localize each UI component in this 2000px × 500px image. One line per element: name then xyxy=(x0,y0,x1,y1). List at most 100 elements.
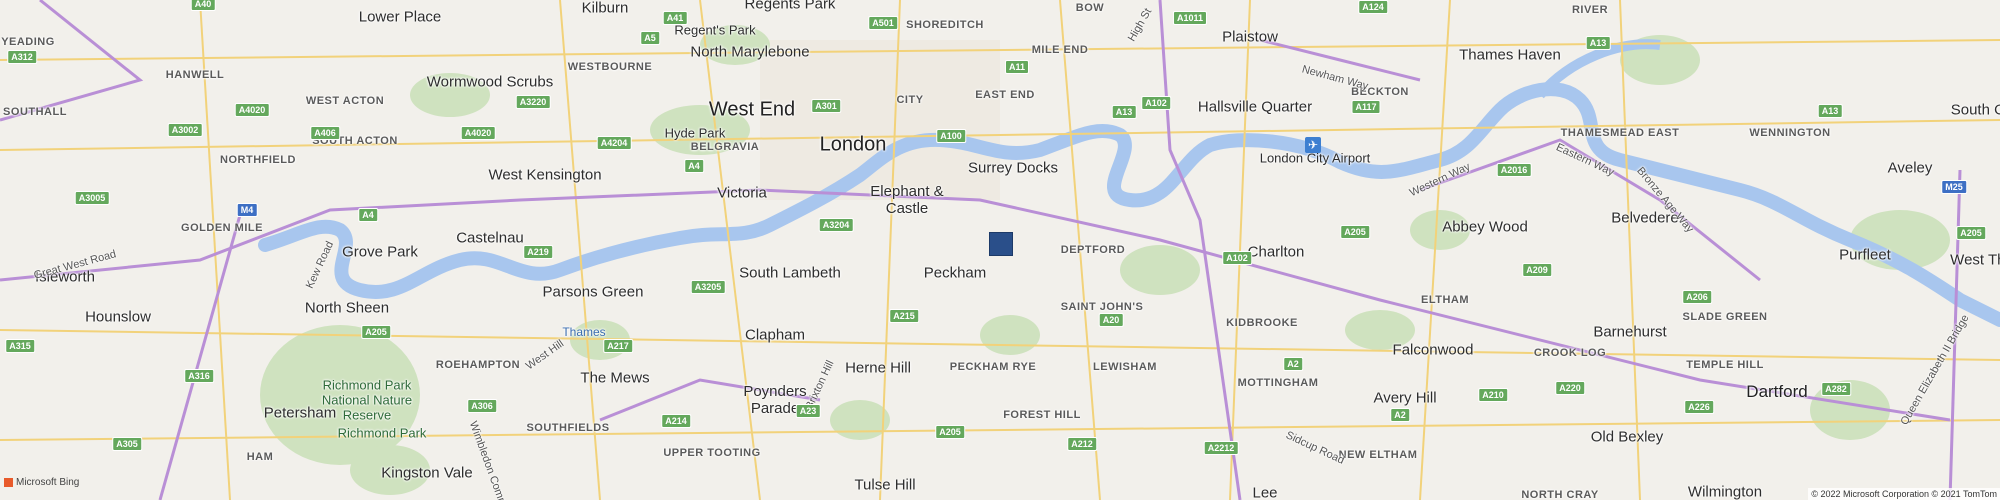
road-shield: A406 xyxy=(310,126,340,140)
label-richmond-park: Richmond Park xyxy=(337,425,427,441)
road-shield: A2212 xyxy=(1203,441,1239,455)
road-shield: A3002 xyxy=(167,123,203,137)
label-south-lambeth: South Lambeth xyxy=(739,264,841,282)
label-north-cray: NORTH CRAY xyxy=(1521,489,1599,500)
label-north-sheen: North Sheen xyxy=(304,299,390,317)
road-shield: A215 xyxy=(889,309,919,323)
road-shield: A4 xyxy=(358,208,378,222)
label-yeading: YEADING xyxy=(1,36,55,48)
label-wormwood-scrubs: Wormwood Scrubs xyxy=(426,73,554,91)
label-golden-mile: GOLDEN MILE xyxy=(181,222,263,234)
label-plaistow: Plaistow xyxy=(1222,28,1278,46)
label-herne-hill: Herne Hill xyxy=(845,359,911,377)
road-shield: A217 xyxy=(603,339,633,353)
road-shield: A205 xyxy=(1956,226,1986,240)
label-charlton: Charlton xyxy=(1247,243,1305,261)
label-mottingham: MOTTINGHAM xyxy=(1237,377,1319,389)
label-thames-river: Thames xyxy=(562,325,606,339)
label-hanwell: HANWELL xyxy=(165,69,225,81)
label-south-oc: South Oc xyxy=(1950,101,2000,119)
label-hallsville-quarter: Hallsville Quarter xyxy=(1197,98,1313,116)
road-shield: M25 xyxy=(1941,180,1967,194)
road-shield: A2 xyxy=(1283,357,1303,371)
location-marker-icon[interactable] xyxy=(989,232,1013,256)
label-ham: HAM xyxy=(246,451,274,463)
road-shield: A3005 xyxy=(74,191,110,205)
label-tulse-hill: Tulse Hill xyxy=(854,476,916,494)
road-shield: A219 xyxy=(523,245,553,259)
road-shield: A501 xyxy=(868,16,898,30)
label-thamesmead-east: THAMESMEAD EAST xyxy=(1560,127,1680,139)
road-shield: A220 xyxy=(1555,381,1585,395)
road-shield: A214 xyxy=(661,414,691,428)
label-crook-log: CROOK LOG xyxy=(1533,347,1607,359)
label-west-end: West End xyxy=(708,98,796,121)
road-shield: A40 xyxy=(190,0,216,11)
label-mile-end: MILE END xyxy=(1031,44,1089,56)
label-eltham: ELTHAM xyxy=(1420,294,1470,306)
label-thames-haven: Thames Haven xyxy=(1459,46,1561,64)
label-london: London xyxy=(819,133,887,156)
label-wilmington: Wilmington xyxy=(1687,483,1763,500)
label-roehampton: ROEHAMPTON xyxy=(435,359,521,371)
label-peckham: Peckham xyxy=(923,264,987,282)
road-shield: A206 xyxy=(1682,290,1712,304)
road-shield: A301 xyxy=(811,99,841,113)
road-shield: A11 xyxy=(1004,60,1030,74)
label-forest-hill: FOREST HILL xyxy=(1003,409,1081,421)
road-shield: A4 xyxy=(684,159,704,173)
label-victoria: Victoria xyxy=(717,184,767,202)
label-wennington: WENNINGTON xyxy=(1749,127,1831,139)
label-kidbrooke: KIDBROOKE xyxy=(1226,317,1298,329)
road-shield: A209 xyxy=(1522,263,1552,277)
road-shield: A205 xyxy=(1340,225,1370,239)
road-shield: A100 xyxy=(936,129,966,143)
label-clapham: Clapham xyxy=(744,326,806,344)
label-kilburn: Kilburn xyxy=(581,0,629,17)
road-shield: A102 xyxy=(1222,251,1252,265)
road-shield: A3205 xyxy=(690,280,726,294)
road-shield: A315 xyxy=(5,339,35,353)
road-shield: A210 xyxy=(1478,388,1508,402)
road-shield: A306 xyxy=(467,399,497,413)
road-shield: A1011 xyxy=(1172,11,1208,25)
label-west-kensington: West Kensington xyxy=(488,166,602,184)
road-shield: A305 xyxy=(112,437,142,451)
label-lee: Lee xyxy=(1252,484,1278,500)
label-falconwood: Falconwood xyxy=(1392,341,1474,359)
road-shield: M4 xyxy=(236,203,258,217)
label-peckham-rye: PECKHAM RYE xyxy=(949,361,1037,373)
road-shield: A205 xyxy=(361,325,391,339)
road-shield: A13 xyxy=(1817,104,1843,118)
label-kingston-vale: Kingston Vale xyxy=(381,464,473,482)
label-slade-green: SLADE GREEN xyxy=(1682,311,1768,323)
map-copyright: © 2022 Microsoft Corporation © 2021 TomT… xyxy=(1808,488,2000,500)
label-new-eltham: NEW ELTHAM xyxy=(1338,449,1418,461)
bing-logo: Microsoft Bing xyxy=(4,478,79,488)
label-shoreditch: SHOREDITCH xyxy=(906,19,984,31)
label-river: RIVER xyxy=(1571,4,1609,16)
label-belgravia: BELGRAVIA xyxy=(690,141,760,153)
road-shield: A2 xyxy=(1390,408,1410,422)
road-shield: A316 xyxy=(184,369,214,383)
label-bow: BOW xyxy=(1075,2,1105,14)
label-deptford: DEPTFORD xyxy=(1060,244,1126,256)
label-saint-johns: SAINT JOHN'S xyxy=(1060,301,1144,313)
map-canvas[interactable]: Kilburn Regents Park SHOREDITCH BOW Plai… xyxy=(0,0,2000,500)
road-shield: A205 xyxy=(935,425,965,439)
label-surrey-docks: Surrey Docks xyxy=(967,159,1059,177)
road-shield: A4204 xyxy=(596,136,632,150)
label-hounslow: Hounslow xyxy=(85,308,151,326)
road-shield: A20 xyxy=(1098,313,1124,327)
label-aveley: Aveley xyxy=(1887,159,1933,177)
label-dartford: Dartford xyxy=(1746,382,1808,401)
road-shield: A5 xyxy=(640,31,660,45)
label-avery-hill: Avery Hill xyxy=(1373,389,1437,407)
road-shield: A102 xyxy=(1141,96,1171,110)
road-shield: A282 xyxy=(1821,382,1851,396)
label-temple-hill: TEMPLE HILL xyxy=(1686,359,1764,371)
road-shield: A212 xyxy=(1067,437,1097,451)
label-grove-park: Grove Park xyxy=(342,243,418,261)
label-parsons-green: Parsons Green xyxy=(542,283,644,301)
label-castelnau: Castelnau xyxy=(456,229,524,247)
